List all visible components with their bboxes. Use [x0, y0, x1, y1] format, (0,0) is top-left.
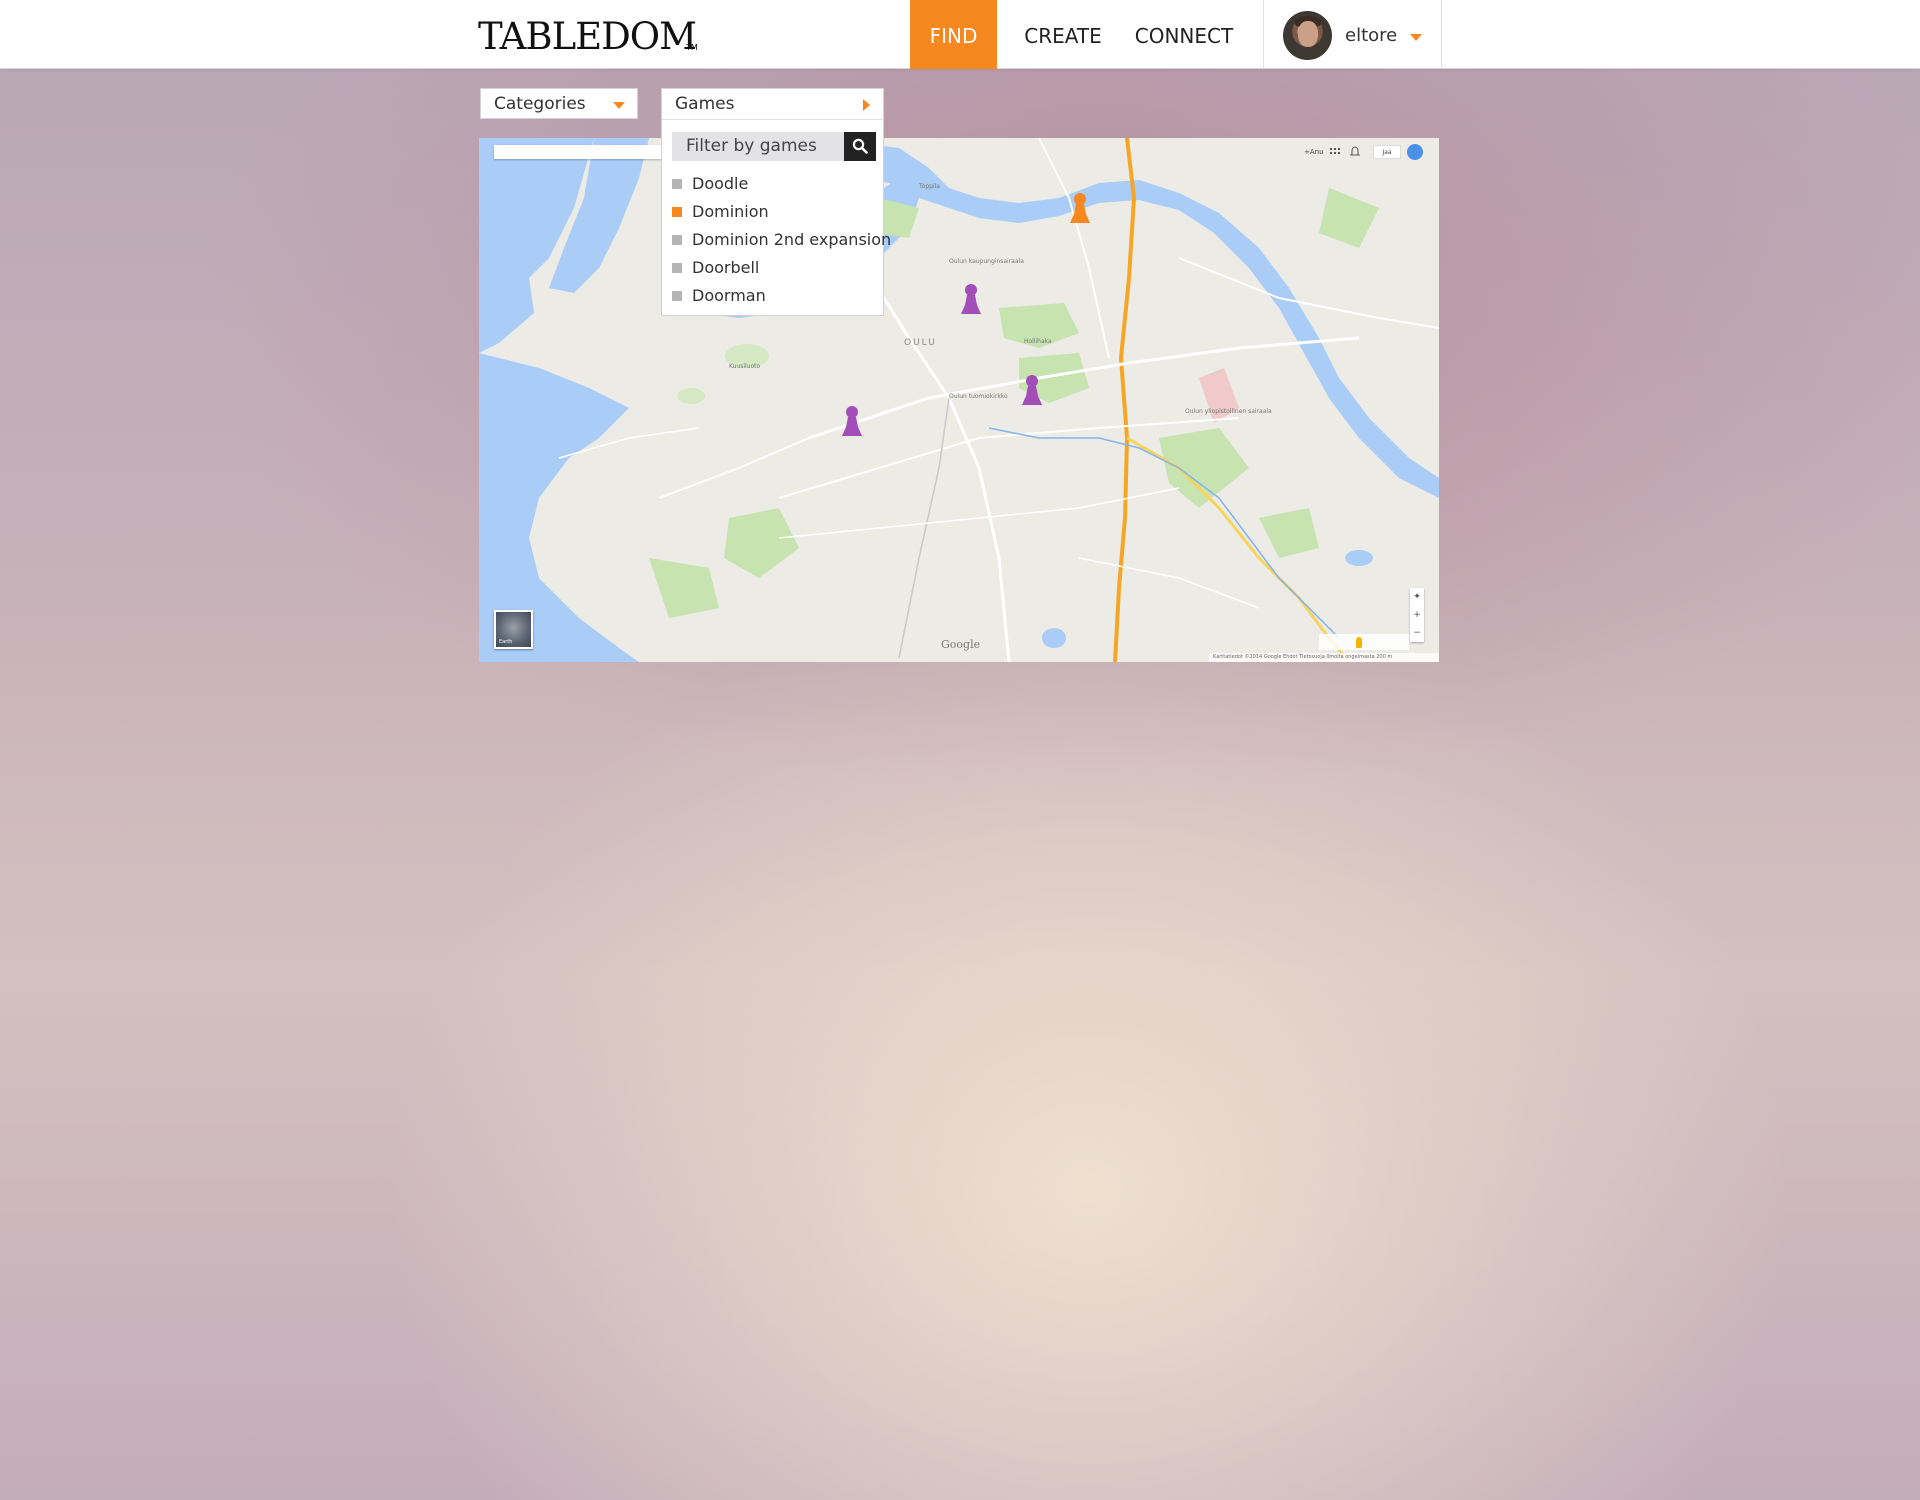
google-logo: Google: [941, 638, 981, 651]
games-label: Games: [675, 94, 735, 114]
tabledom-logo[interactable]: TABLEDOM: [478, 17, 697, 57]
top-navigation-bar: TABLEDOM TM FIND CREATE CONNECT eltore: [0, 0, 1920, 69]
chevron-down-icon[interactable]: [1410, 34, 1422, 41]
map-zoom-control[interactable]: ✦ + −: [1410, 588, 1424, 642]
compass-icon[interactable]: ✦: [1410, 588, 1424, 606]
map-attribution: Karttatiedot ©2014 Google Ehdot Tietosuo…: [1209, 653, 1439, 662]
pawn-marker-icon[interactable]: [960, 283, 982, 316]
map-place-label: Oulun kaupunginsairaala: [949, 258, 1024, 265]
categories-label: Categories: [494, 94, 586, 114]
zoom-out-icon[interactable]: −: [1410, 624, 1424, 642]
map-canvas[interactable]: [479, 138, 1439, 662]
game-checkbox[interactable]: [672, 235, 682, 245]
map-layer-controls[interactable]: [1319, 634, 1409, 650]
map-place-label: Oulun yliopistollinen sairaala: [1185, 408, 1272, 415]
logo-trademark: TM: [686, 43, 698, 52]
notification-bell-icon[interactable]: [1350, 144, 1360, 160]
game-option-label: Doorbell: [692, 258, 760, 277]
game-checkbox[interactable]: [672, 291, 682, 301]
filter-games-input[interactable]: Filter by games: [672, 132, 844, 161]
map-place-label: Kuusiluoto: [729, 363, 761, 370]
game-option-label: Dominion: [692, 202, 769, 221]
games-dropdown-header[interactable]: Games: [662, 89, 883, 120]
map-place-label: Hollihaka: [1024, 338, 1052, 345]
game-checkbox[interactable]: [672, 263, 682, 273]
apps-grid-icon[interactable]: [1330, 144, 1340, 160]
map-account-link[interactable]: +Anu: [1304, 144, 1324, 160]
map-share-button[interactable]: Jaa: [1373, 145, 1401, 159]
map-place-label: Toppila: [919, 183, 940, 190]
earth-view-button[interactable]: Earth: [494, 610, 533, 649]
game-checkbox[interactable]: [672, 207, 682, 217]
games-dropdown[interactable]: Games Filter by games Doodle Dominion Do…: [661, 88, 891, 316]
street-view-pegman-icon[interactable]: [1356, 637, 1362, 648]
city-label: OULU: [904, 338, 937, 348]
nav-connect-tab[interactable]: CONNECT: [1128, 0, 1240, 69]
pawn-marker-icon[interactable]: [1069, 192, 1091, 225]
search-button[interactable]: [844, 132, 876, 161]
search-icon: [852, 138, 868, 154]
categories-dropdown[interactable]: Categories: [480, 88, 638, 119]
map-place-label: Oulun tuomiokirkko: [949, 393, 1008, 400]
map-view[interactable]: OULU Hollihaka Oulun yliopistollinen sai…: [479, 138, 1439, 662]
map-user-avatar-icon[interactable]: [1407, 144, 1423, 160]
chevron-right-icon: [863, 99, 870, 111]
earth-label: Earth: [499, 639, 513, 645]
username[interactable]: eltore: [1345, 25, 1397, 46]
user-menu[interactable]: eltore: [1263, 0, 1442, 69]
user-avatar[interactable]: [1283, 11, 1332, 60]
map-search-box[interactable]: [494, 145, 664, 159]
pawn-marker-icon[interactable]: [841, 405, 863, 438]
game-option-label: Doorman: [692, 286, 766, 305]
game-option-label: Dominion 2nd expansion: [692, 230, 892, 249]
zoom-in-icon[interactable]: +: [1410, 606, 1424, 624]
nav-create-tab[interactable]: CREATE: [1013, 0, 1113, 69]
chevron-down-icon: [613, 102, 625, 109]
game-checkbox[interactable]: [672, 179, 682, 189]
game-option-label: Doodle: [692, 174, 749, 193]
nav-find-tab[interactable]: FIND: [910, 0, 997, 69]
pawn-marker-icon[interactable]: [1021, 374, 1043, 407]
